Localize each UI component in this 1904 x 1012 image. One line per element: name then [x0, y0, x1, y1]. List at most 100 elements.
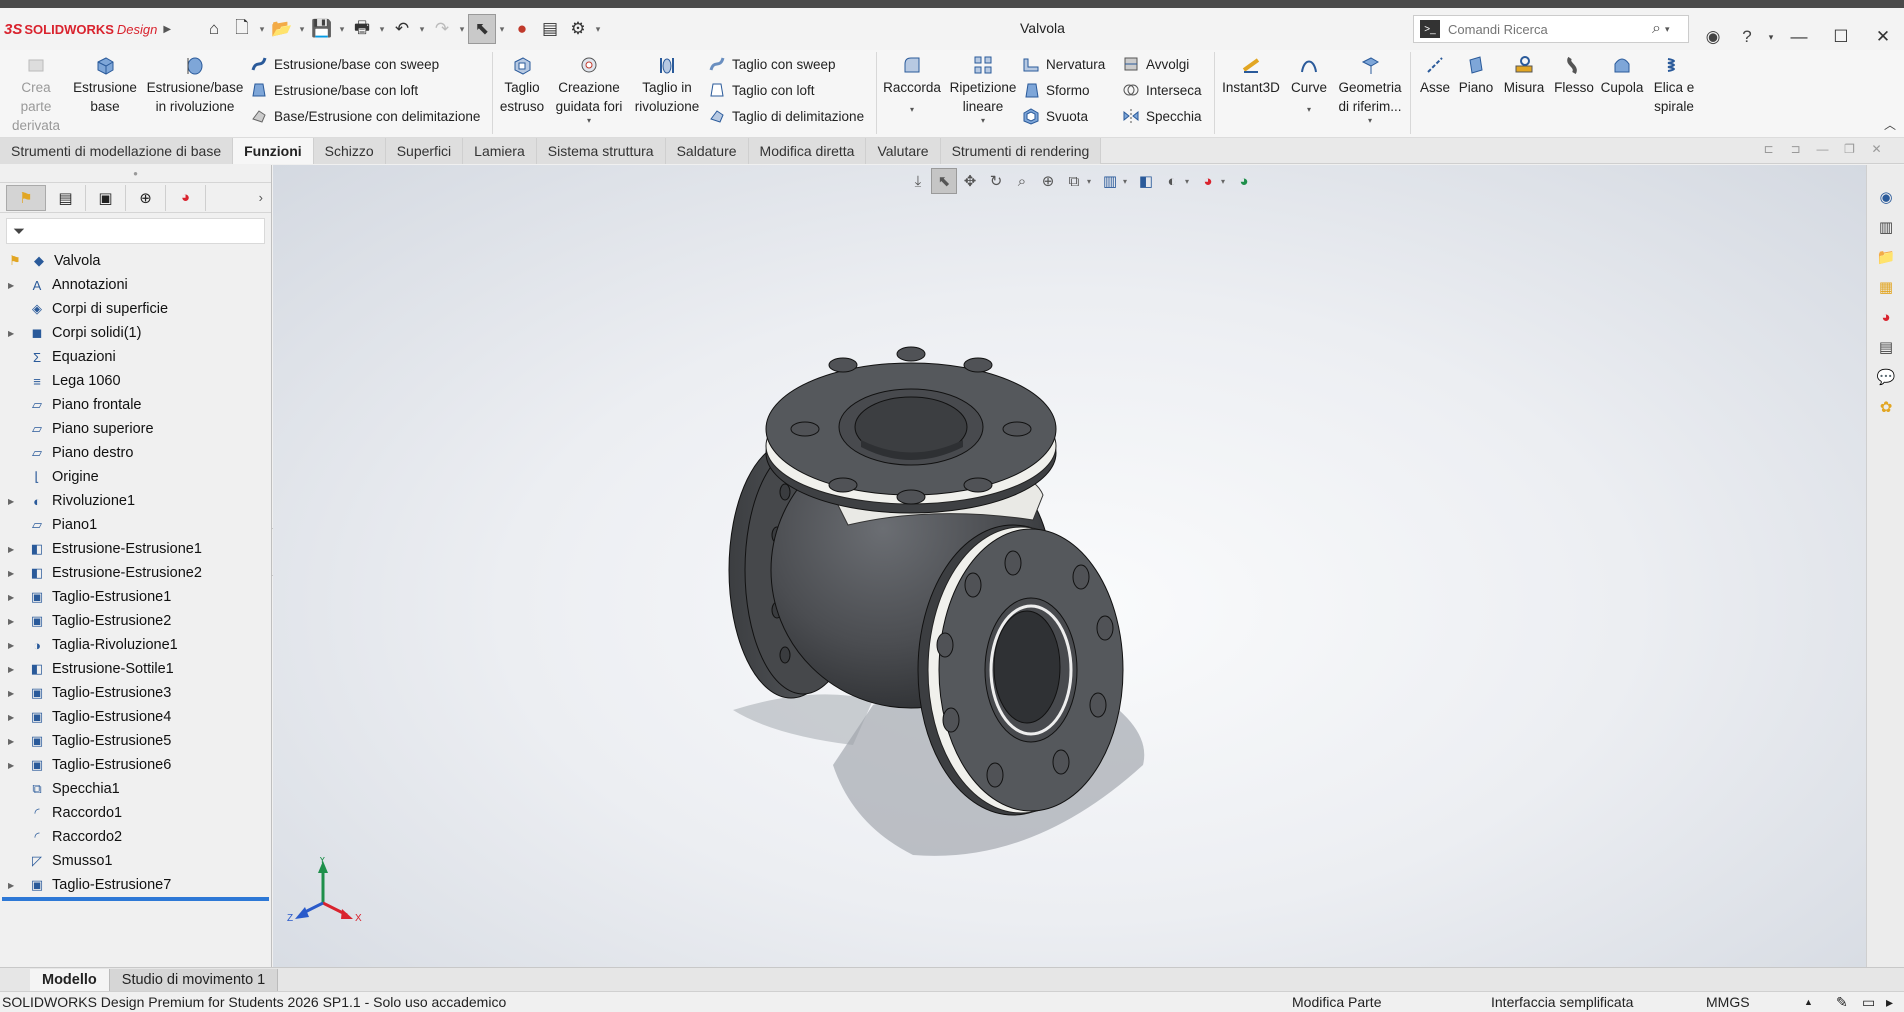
tree-item[interactable]: ▶ ◧ Estrusione-Sottile1	[0, 657, 271, 681]
tree-item[interactable]: ▶ ◧ Estrusione-Estrusione1	[0, 537, 271, 561]
geometria-riferimento-button[interactable]: Geometria di riferim... ▾	[1334, 50, 1406, 126]
chevron-right-icon[interactable]: ›	[259, 190, 263, 205]
messages-icon[interactable]: ▭	[1862, 994, 1875, 1011]
tree-item[interactable]: ▶ ▣ Taglio-Estrusione5	[0, 729, 271, 753]
tab-sistema-struttura[interactable]: Sistema struttura	[536, 138, 666, 164]
tree-item[interactable]: ▶ ▣ Taglio-Estrusione4	[0, 705, 271, 729]
design-library-icon[interactable]: ▥	[1869, 213, 1903, 241]
panel-grip[interactable]: ●	[0, 165, 271, 183]
file-explorer-icon[interactable]: 📁	[1869, 243, 1903, 271]
feedback-icon[interactable]: ✎	[1836, 994, 1848, 1011]
svuota-button[interactable]: Svuota	[1022, 104, 1088, 128]
chevron-down-icon[interactable]: ▾	[496, 14, 508, 44]
chevron-down-icon[interactable]: ▾	[587, 116, 591, 126]
tab-saldature[interactable]: Saldature	[665, 138, 749, 164]
command-search[interactable]: >_ ⌕ ▾	[1413, 15, 1689, 43]
status-expand-icon[interactable]: ▸	[1886, 994, 1893, 1011]
expand-arrow-icon[interactable]: ▶	[8, 713, 20, 722]
estrusione-base-button[interactable]: Estrusione base	[72, 50, 138, 116]
expand-arrow-icon[interactable]: ▶	[8, 545, 20, 554]
tree-item[interactable]: ▱ Piano1	[0, 513, 271, 537]
expand-arrow-icon[interactable]: ▶	[8, 329, 20, 338]
tile-right-icon[interactable]: ⊐	[1782, 142, 1809, 156]
chevron-up-icon[interactable]: ▲	[1804, 997, 1813, 1007]
specchia-button[interactable]: Specchia	[1122, 104, 1202, 128]
chevron-down-icon[interactable]: ▾	[456, 14, 468, 44]
property-manager-tab-icon[interactable]: ▤	[46, 184, 86, 211]
curve-button[interactable]: Curve ▾	[1287, 50, 1331, 115]
chevron-down-icon[interactable]: ▾	[592, 14, 604, 44]
piano-button[interactable]: Piano	[1455, 50, 1497, 97]
file-properties-icon[interactable]: ▤	[536, 14, 564, 44]
menu-arrow-icon[interactable]: ▶	[163, 24, 171, 35]
save-icon[interactable]: 💾	[308, 14, 336, 44]
chevron-down-icon[interactable]: ▾	[256, 14, 268, 44]
expand-arrow-icon[interactable]: ▶	[8, 593, 20, 602]
estrusione-sweep-button[interactable]: Estrusione/base con sweep	[250, 52, 439, 76]
nervatura-button[interactable]: Nervatura	[1022, 52, 1105, 76]
feature-manager-tab-icon[interactable]: ⚑	[6, 184, 46, 211]
sformo-button[interactable]: Sformo	[1022, 78, 1090, 102]
flesso-button[interactable]: Flesso	[1552, 50, 1596, 97]
tree-item[interactable]: Σ Equazioni	[0, 345, 271, 369]
tree-item[interactable]: ▱ Piano frontale	[0, 393, 271, 417]
search-input[interactable]	[1448, 21, 1648, 37]
expand-arrow-icon[interactable]: ▶	[8, 569, 20, 578]
status-units[interactable]: MMGS	[1706, 994, 1750, 1010]
tree-item[interactable]: ▶ ▣ Taglio-Estrusione1	[0, 585, 271, 609]
tab-modifica-diretta[interactable]: Modifica diretta	[748, 138, 867, 164]
tree-item[interactable]: ▶ ◐ Rivoluzione1	[0, 489, 271, 513]
custom-properties-icon[interactable]: ▤	[1869, 333, 1903, 361]
tree-item[interactable]: ▱ Piano destro	[0, 441, 271, 465]
expand-arrow-icon[interactable]: ▶	[8, 497, 20, 506]
cupola-button[interactable]: Cupola	[1598, 50, 1646, 97]
open-folder-icon[interactable]: 📂	[268, 14, 296, 44]
collapse-ribbon-icon[interactable]: ︿	[1884, 116, 1896, 133]
view-palette-icon[interactable]: ▦	[1869, 273, 1903, 301]
asse-button[interactable]: Asse	[1414, 50, 1456, 97]
estrusione-loft-button[interactable]: Estrusione/base con loft	[250, 78, 418, 102]
redo-icon[interactable]: ↷	[428, 14, 456, 44]
tree-root[interactable]: ⚑ ◆ Valvola	[0, 249, 271, 273]
tab-funzioni[interactable]: Funzioni	[233, 138, 314, 164]
creazione-guidata-fori-button[interactable]: Creazione guidata fori ▾	[553, 50, 625, 126]
tree-item[interactable]: ▶ ◼ Corpi solidi(1)	[0, 321, 271, 345]
estrusione-rivoluzione-button[interactable]: Estrusione/base in rivoluzione	[145, 50, 245, 116]
expand-arrow-icon[interactable]: ▶	[8, 665, 20, 674]
tab-schizzo[interactable]: Schizzo	[313, 138, 386, 164]
dimxpert-manager-tab-icon[interactable]: ⊕	[126, 184, 166, 211]
tree-item[interactable]: ▶ ◧ Estrusione-Estrusione2	[0, 561, 271, 585]
doc-minimize-icon[interactable]: —	[1809, 142, 1836, 156]
misura-button[interactable]: Misura	[1498, 50, 1550, 97]
rebuild-traffic-light-icon[interactable]: ●	[508, 14, 536, 44]
rollback-bar[interactable]	[2, 897, 269, 901]
elica-spirale-button[interactable]: Elica e spirale	[1650, 50, 1698, 116]
tree-item[interactable]: ▶ ▣ Taglio-Estrusione6	[0, 753, 271, 777]
options-gear-icon[interactable]: ⚙	[564, 14, 592, 44]
undo-icon[interactable]: ↶	[388, 14, 416, 44]
solidworks-logo[interactable]: 3S SOLIDWORKS Design ▶	[4, 21, 174, 38]
new-document-icon[interactable]: 🗋	[228, 14, 256, 44]
taglio-delimitazione-button[interactable]: Taglio di delimitazione	[708, 104, 864, 128]
expand-arrow-icon[interactable]: ▶	[8, 617, 20, 626]
doc-close-icon[interactable]: ✕	[1863, 142, 1890, 156]
tree-item[interactable]: ◜ Raccordo2	[0, 825, 271, 849]
interseca-button[interactable]: Interseca	[1122, 78, 1202, 102]
bottom-tab-modello[interactable]: Modello	[30, 968, 110, 991]
raccorda-button[interactable]: Raccorda ▾	[880, 50, 944, 115]
tree-filter[interactable]: ⏷	[6, 218, 265, 244]
chevron-down-icon[interactable]: ▾	[1368, 116, 1372, 126]
status-interface[interactable]: Interfaccia semplificata	[1491, 994, 1633, 1010]
taglio-loft-button[interactable]: Taglio con loft	[708, 78, 815, 102]
chevron-down-icon[interactable]: ▾	[336, 14, 348, 44]
chevron-down-icon[interactable]: ▾	[1307, 105, 1311, 115]
chevron-down-icon[interactable]: ▾	[1665, 24, 1670, 35]
print-icon[interactable]: 🖶	[348, 14, 376, 44]
valve-3d-model[interactable]	[273, 165, 1866, 967]
tree-item[interactable]: ▶ ◑ Taglia-Rivoluzione1	[0, 633, 271, 657]
search-icon[interactable]: ⌕	[1652, 20, 1661, 38]
tab-superfici[interactable]: Superfici	[385, 138, 464, 164]
select-cursor-icon[interactable]: ⬉	[468, 14, 496, 44]
home-icon[interactable]: ⌂	[200, 14, 228, 44]
bottom-tab-studio-di-movimento-1[interactable]: Studio di movimento 1	[109, 968, 279, 991]
